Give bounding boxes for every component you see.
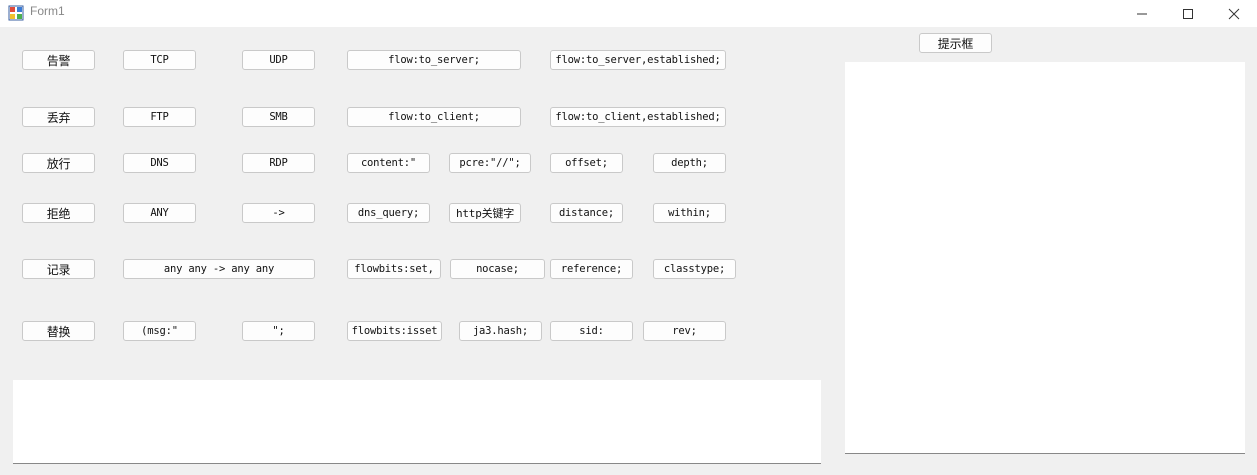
classtype-button[interactable]: classtype; (653, 259, 736, 279)
rev-button[interactable]: rev; (643, 321, 726, 341)
close-icon (1228, 8, 1240, 19)
distance-button[interactable]: distance; (550, 203, 623, 223)
within-button[interactable]: within; (653, 203, 726, 223)
flowbits-set-button[interactable]: flowbits:set, (347, 259, 441, 279)
dns-button[interactable]: DNS (123, 153, 196, 173)
reference-button[interactable]: reference; (550, 259, 633, 279)
replace-button[interactable]: 替换 (22, 321, 95, 341)
content-button[interactable]: content:" (347, 153, 430, 173)
minimize-icon (1137, 13, 1147, 14)
rule-text-area[interactable] (13, 380, 821, 464)
close-button[interactable] (1211, 0, 1257, 27)
minimize-button[interactable] (1119, 0, 1165, 27)
udp-button[interactable]: UDP (242, 50, 315, 70)
flow-to-server-established-button[interactable]: flow:to_server,established; (550, 50, 726, 70)
flow-to-server-button[interactable]: flow:to_server; (347, 50, 521, 70)
alert-button[interactable]: 告警 (22, 50, 95, 70)
rdp-button[interactable]: RDP (242, 153, 315, 173)
offset-button[interactable]: offset; (550, 153, 623, 173)
log-button[interactable]: 记录 (22, 259, 95, 279)
window-title: Form1 (30, 4, 65, 18)
http-keyword-button[interactable]: http关键字 (449, 203, 521, 223)
any-any-button[interactable]: any any -> any any (123, 259, 315, 279)
flow-to-client-established-button[interactable]: flow:to_client,established; (550, 107, 726, 127)
maximize-icon (1183, 8, 1193, 19)
msg-button[interactable]: (msg:" (123, 321, 196, 341)
any-button[interactable]: ANY (123, 203, 196, 223)
sid-button[interactable]: sid: (550, 321, 633, 341)
tip-box-button[interactable]: 提示框 (919, 33, 992, 53)
flowbits-isset-button[interactable]: flowbits:isset (347, 321, 442, 341)
depth-button[interactable]: depth; (653, 153, 726, 173)
nocase-button[interactable]: nocase; (450, 259, 545, 279)
quote-semicolon-button[interactable]: "; (242, 321, 315, 341)
ftp-button[interactable]: FTP (123, 107, 196, 127)
pcre-button[interactable]: pcre:"//"; (449, 153, 531, 173)
smb-button[interactable]: SMB (242, 107, 315, 127)
tip-text-area[interactable] (845, 62, 1245, 454)
maximize-button[interactable] (1165, 0, 1211, 27)
reject-button[interactable]: 拒绝 (22, 203, 95, 223)
arrow-button[interactable]: -> (242, 203, 315, 223)
dns-query-button[interactable]: dns_query; (347, 203, 430, 223)
flow-to-client-button[interactable]: flow:to_client; (347, 107, 521, 127)
tcp-button[interactable]: TCP (123, 50, 196, 70)
ja3-hash-button[interactable]: ja3.hash; (459, 321, 542, 341)
pass-button[interactable]: 放行 (22, 153, 95, 173)
app-icon (8, 5, 24, 21)
drop-button[interactable]: 丢弃 (22, 107, 95, 127)
title-bar: Form1 (0, 0, 1257, 27)
